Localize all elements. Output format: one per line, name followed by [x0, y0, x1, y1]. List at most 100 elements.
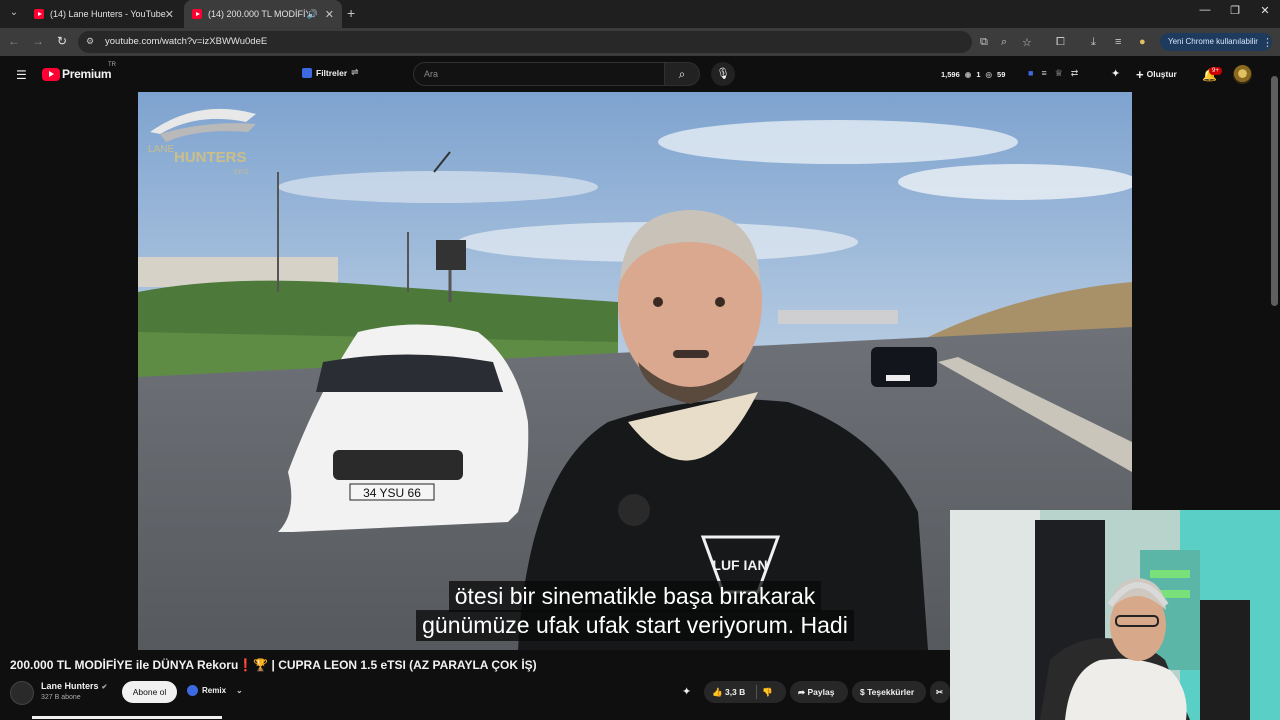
share-button[interactable]: ➦ Paylaş [790, 681, 848, 703]
url-text[interactable]: youtube.com/watch?v=izXBWWu0deE [105, 36, 267, 47]
clip-icon: ✂ [936, 687, 944, 697]
thanks-button[interactable]: $ Teşekkürler [852, 681, 926, 703]
extension-action-icon[interactable]: ✦ [682, 685, 691, 698]
mic-button[interactable]: 🎙 [711, 62, 735, 86]
webcam-overlay [950, 510, 1280, 720]
watermark-line1: LANE [148, 144, 174, 155]
watermark-line3: ERS [234, 169, 249, 176]
mic-icon: 🎙 [716, 68, 730, 80]
youtube-header: ☰ Premium TR Filtreler ⇌ Ara ⌕ 🎙 1,596 ◉… [0, 56, 1280, 92]
tab-title: (14) Lane Hunters - YouTube [50, 9, 166, 19]
forward-icon[interactable]: → [30, 34, 46, 48]
channel-name[interactable]: Lane Hunters ✔ [41, 681, 107, 691]
subscribe-button[interactable]: Abone ol [122, 681, 177, 703]
dislike-button[interactable]: 👎 [762, 681, 773, 703]
youtube-play-icon [42, 67, 60, 81]
chat-icon: ◎ [985, 70, 993, 79]
country-code: TR [108, 62, 116, 68]
chrome-menu-icon[interactable]: ⋮ [1262, 36, 1273, 49]
remix-button[interactable]: Remix ⌄ [187, 685, 243, 696]
remix-extension-icon [187, 685, 198, 696]
create-label: Oluştur [1146, 69, 1177, 79]
trophy-icon[interactable]: ♕ [1055, 68, 1063, 79]
sliders-icon: ⇌ [351, 67, 359, 77]
thumbs-up-icon: 👍 [712, 687, 723, 697]
extension-icons: ■ ≡ ♕ ⇄ [1028, 68, 1078, 79]
video-progress-bar[interactable] [32, 716, 222, 719]
remix-label: Remix [202, 686, 227, 695]
search-button[interactable]: ⌕ [664, 62, 700, 86]
tab-title: (14) 200.000 TL MODİFİYE ile [208, 9, 308, 19]
subscriber-count: 327 B abone [41, 694, 81, 701]
search-placeholder: Ara [424, 69, 439, 79]
eye-icon: ◉ [964, 70, 972, 79]
speaker-icon[interactable]: 🔊 [307, 9, 318, 20]
filter-label: Filtreler [316, 67, 348, 78]
filter-button[interactable]: Filtreler ⇌ [302, 67, 358, 78]
tab-lane-hunters[interactable]: (14) Lane Hunters - YouTube ✕ [26, 0, 182, 28]
address-bar[interactable]: ⚙ youtube.com/watch?v=izXBWWu0deE [78, 31, 972, 53]
scrollbar-thumb[interactable] [1271, 76, 1278, 306]
tab-video[interactable]: (14) 200.000 TL MODİFİYE ile 🔊 ✕ [184, 0, 342, 28]
subtitle-text: günümüze ufak ufak start veriyorum. Hadi [416, 610, 854, 641]
extension-stats[interactable]: 1,596 ◉ 1 ◎ 59 [941, 70, 1005, 79]
close-tab-icon[interactable]: ✕ [325, 8, 334, 21]
avatar[interactable] [1233, 65, 1252, 84]
thanks-label: Teşekkürler [867, 687, 915, 697]
stat-a: 1,596 [941, 70, 960, 79]
youtube-favicon-icon [34, 9, 44, 19]
plus-icon: + [1136, 67, 1144, 82]
extension-icon [302, 67, 312, 78]
tab-search-icon[interactable]: ⌄ [6, 5, 22, 21]
youtube-favicon-icon [192, 9, 202, 19]
hoodie-logo-text: LUF IAN [712, 557, 767, 573]
chrome-update-button[interactable]: Yeni Chrome kullanılabilir [1160, 33, 1272, 51]
like-button[interactable]: 👍 3,3 B [712, 681, 745, 703]
extension-icon[interactable]: ■ [1028, 68, 1033, 79]
chevron-down-icon: ⌄ [236, 686, 243, 695]
download-icon[interactable]: ⤓ [1091, 36, 1096, 49]
cast-icon[interactable]: ⧉ [980, 36, 988, 49]
media-icon[interactable]: ≡ [1115, 36, 1121, 48]
share-icon: ➦ [798, 687, 806, 697]
notification-badge: 9+ [1209, 67, 1222, 75]
browser-toolbar: ← → ↻ ⚙ youtube.com/watch?v=izXBWWu0deE … [0, 28, 1280, 56]
more-actions-button[interactable]: ✂ [930, 681, 950, 703]
divider [756, 685, 757, 699]
restore-icon[interactable]: ❐ [1220, 4, 1250, 17]
close-window-icon[interactable]: ✕ [1250, 4, 1280, 17]
stat-c: 59 [997, 70, 1006, 79]
thanks-icon: $ [860, 687, 865, 697]
share-label: Paylaş [807, 687, 835, 697]
verified-icon: ✔ [101, 684, 108, 691]
search-input[interactable]: Ara [413, 62, 665, 86]
extensions-icon[interactable]: ⧠ [1056, 36, 1065, 49]
list-icon[interactable]: ≡ [1041, 68, 1046, 79]
thumbs-down-icon: 👎 [762, 687, 773, 697]
new-tab-button[interactable]: + [347, 5, 355, 21]
zoom-icon[interactable]: ⌕ [1001, 36, 1007, 49]
webcam-image [950, 510, 1280, 720]
swap-icon[interactable]: ⇄ [1071, 68, 1079, 79]
bookmark-star-icon[interactable]: ☆ [1022, 36, 1032, 49]
logo-text: Premium [62, 67, 112, 81]
subtitle-text: ötesi bir sinematikle başa bırakarak [448, 581, 822, 612]
like-count: 3,3 B [724, 687, 746, 697]
extension-puzzle-icon[interactable]: ✦ [1111, 67, 1120, 80]
license-plate: 34 YSU 66 [363, 486, 421, 500]
minimize-icon[interactable]: — [1190, 4, 1220, 16]
reload-icon[interactable]: ↻ [54, 34, 70, 48]
channel-avatar[interactable] [10, 681, 34, 705]
channel-name-text: Lane Hunters [41, 681, 99, 691]
youtube-premium-logo[interactable]: Premium TR [42, 62, 116, 81]
create-button[interactable]: + Oluştur [1136, 67, 1177, 82]
browser-tab-strip: ⌄ (14) Lane Hunters - YouTube ✕ (14) 200… [0, 0, 1280, 28]
profile-icon[interactable]: ● [1139, 36, 1146, 48]
search-icon: ⌕ [678, 67, 686, 81]
close-tab-icon[interactable]: ✕ [165, 8, 174, 21]
back-icon[interactable]: ← [6, 34, 22, 48]
stat-b: 1 [976, 70, 981, 79]
site-info-icon[interactable]: ⚙ [86, 36, 94, 47]
hamburger-icon[interactable]: ☰ [16, 68, 27, 82]
like-dislike-group: 👍 3,3 B 👎 [704, 681, 786, 703]
